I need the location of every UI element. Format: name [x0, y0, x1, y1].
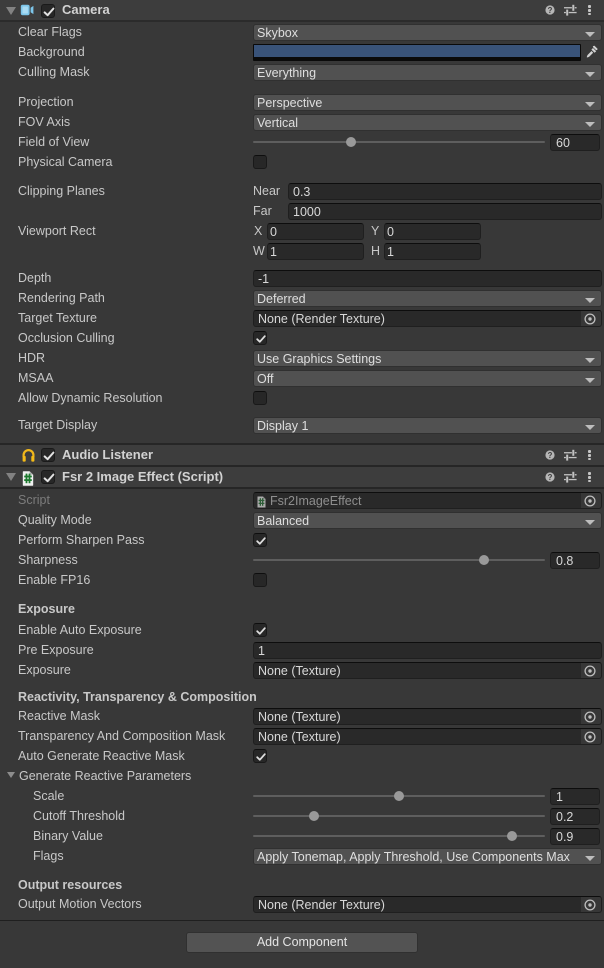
svg-text:?: ? — [548, 451, 553, 460]
svg-text:?: ? — [548, 473, 553, 482]
svg-text:?: ? — [548, 6, 553, 15]
